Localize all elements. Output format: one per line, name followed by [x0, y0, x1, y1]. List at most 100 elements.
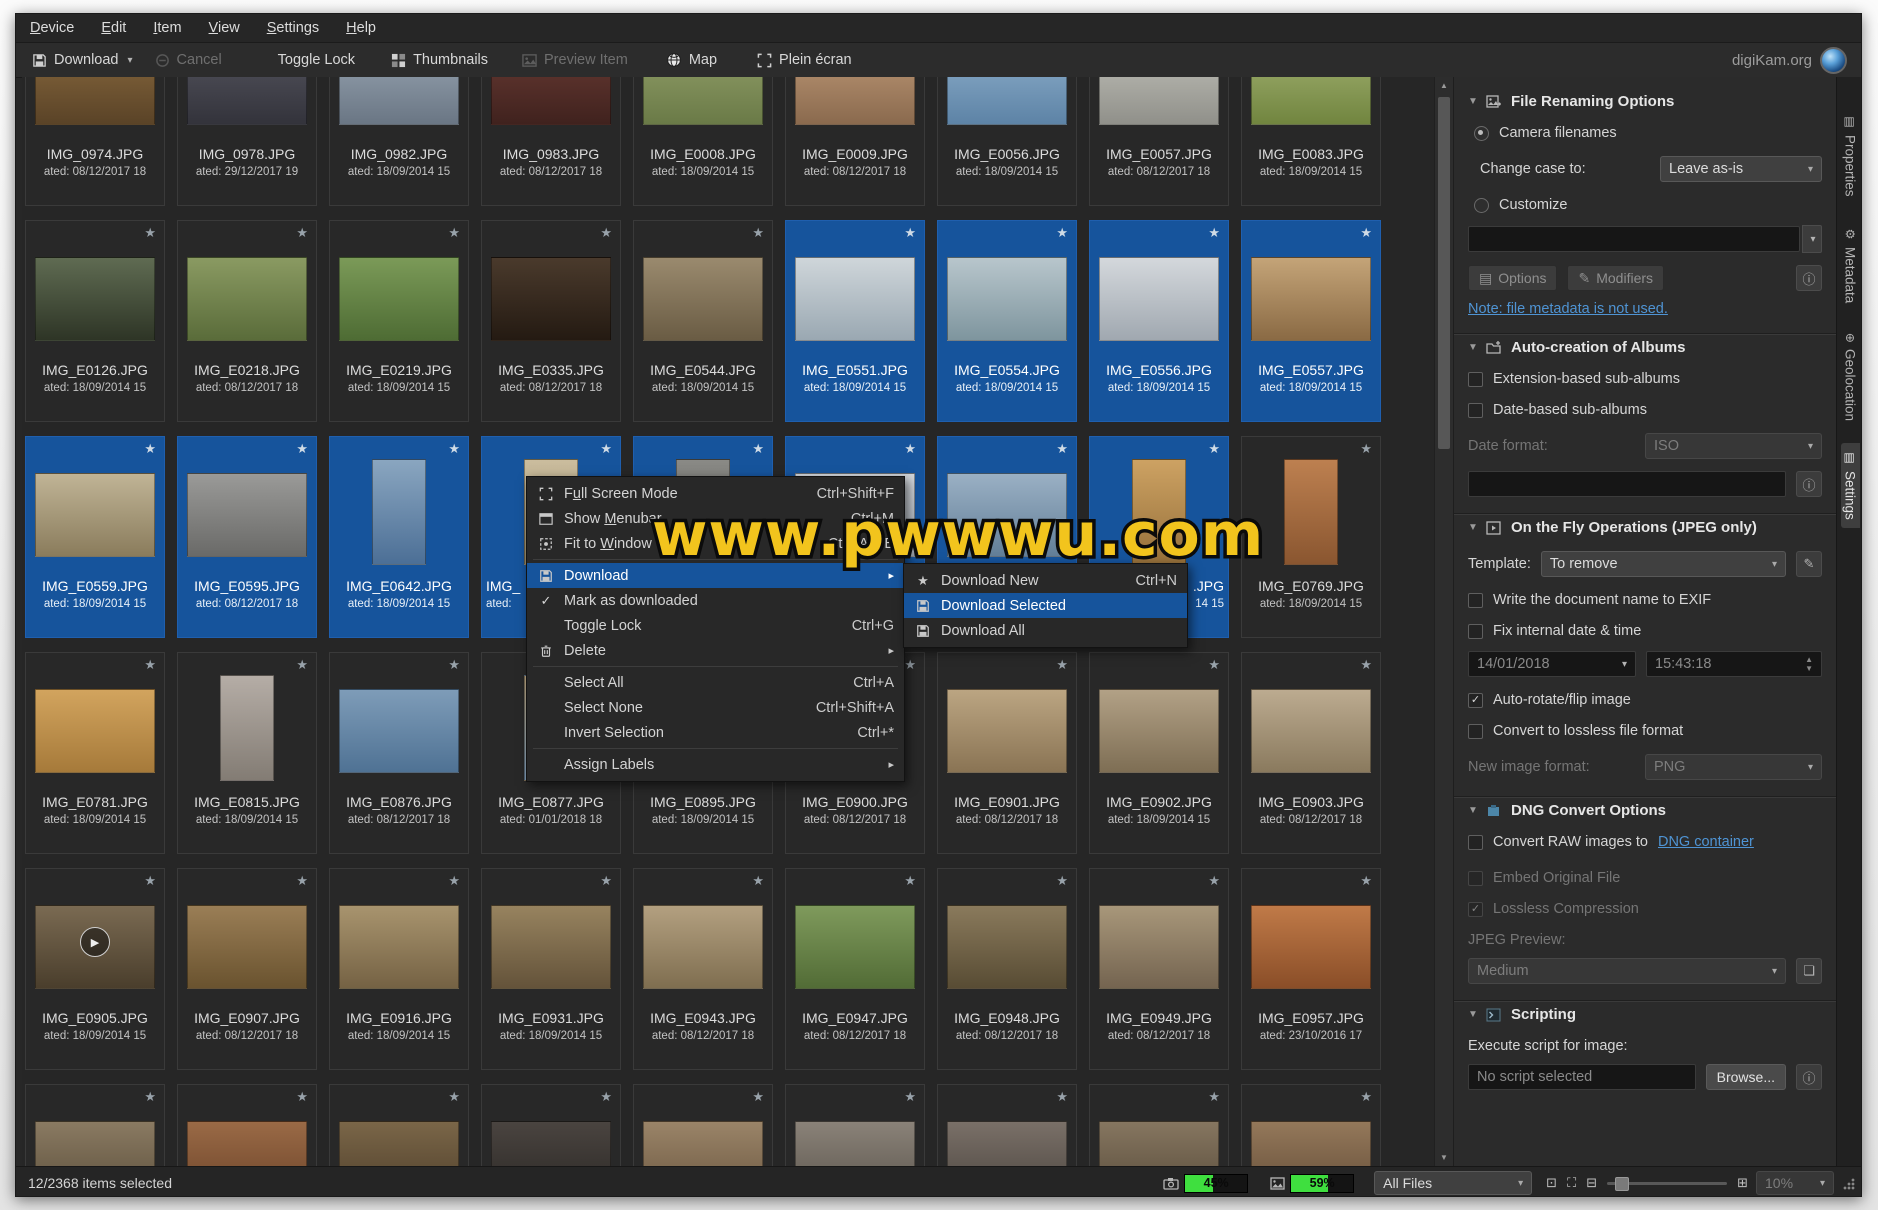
- thumbnail-tile-img-e0083-jpg[interactable]: ★IMG_E0083.JPGated: 18/09/2014 15: [1241, 77, 1381, 206]
- collapse-arrow-icon[interactable]: ▼: [1468, 1009, 1478, 1020]
- thumbnails-button[interactable]: Thumbnails: [391, 52, 488, 68]
- sidebar-tab-settings[interactable]: ▤Settings: [1841, 443, 1860, 528]
- thumbnail-tile-img-e0948-jpg[interactable]: ★IMG_E0948.JPGated: 08/12/2017 18: [937, 868, 1077, 1070]
- menu-edit[interactable]: Edit: [101, 20, 126, 36]
- change-case-dropdown[interactable]: Leave as-is ▾: [1660, 156, 1822, 182]
- thumbnail-tile-img-e0949-jpg[interactable]: ★IMG_E0949.JPGated: 08/12/2017 18: [1089, 868, 1229, 1070]
- scrollbar-thumb[interactable]: [1438, 97, 1450, 449]
- date-subalbums-row[interactable]: Date-based sub-albums: [1468, 402, 1822, 418]
- ext-subalbums-row[interactable]: Extension-based sub-albums: [1468, 371, 1822, 387]
- fit-window-icon[interactable]: ⛶: [1567, 1175, 1576, 1191]
- dng-container-link[interactable]: DNG container: [1658, 834, 1754, 850]
- date-format-input[interactable]: [1468, 471, 1786, 497]
- file-filter-dropdown[interactable]: All Files ▾: [1374, 1171, 1532, 1195]
- thumbnail-tile-img-e0556-jpg[interactable]: ★IMG_E0556.JPGated: 18/09/2014 15: [1089, 220, 1229, 422]
- grid-scrollbar[interactable]: ▲ ▼: [1434, 77, 1453, 1166]
- map-button[interactable]: Map: [666, 52, 717, 68]
- thumbnail-tile[interactable]: ★: [1241, 1084, 1381, 1166]
- section-dng[interactable]: ▼ DNG Convert Options: [1468, 802, 1822, 819]
- checkbox-off-icon[interactable]: [1468, 724, 1483, 739]
- collapse-arrow-icon[interactable]: ▼: [1468, 96, 1478, 107]
- thumbnail-tile-img-e0009-jpg[interactable]: ★IMG_E0009.JPGated: 08/12/2017 18: [785, 77, 925, 206]
- zoom-in-icon[interactable]: ⊞: [1737, 1175, 1748, 1191]
- chevron-down-icon[interactable]: ▾: [128, 55, 133, 66]
- toggle-lock-button[interactable]: Toggle Lock: [278, 52, 355, 68]
- thumbnail-tile-img-e0126-jpg[interactable]: ★IMG_E0126.JPGated: 18/09/2014 15: [25, 220, 165, 422]
- menu-item[interactable]: Item: [153, 20, 181, 36]
- checkbox-off-icon[interactable]: [1468, 835, 1483, 850]
- thumbnail-tile-img-e0943-jpg[interactable]: ★IMG_E0943.JPGated: 08/12/2017 18: [633, 868, 773, 1070]
- section-otf[interactable]: ▼ On the Fly Operations (JPEG only): [1468, 519, 1822, 536]
- thumbnail-tile-img-e0551-jpg[interactable]: ★IMG_E0551.JPGated: 18/09/2014 15: [785, 220, 925, 422]
- thumbnail-tile-img-e0931-jpg[interactable]: ★IMG_E0931.JPGated: 18/09/2014 15: [481, 868, 621, 1070]
- thumbnail-tile[interactable]: ★: [25, 1084, 165, 1166]
- thumbnail-tile-img-e0056-jpg[interactable]: ★IMG_E0056.JPGated: 18/09/2014 15: [937, 77, 1077, 206]
- zoom-slider[interactable]: [1607, 1182, 1727, 1185]
- thumbnail-tile-img-e0008-jpg[interactable]: ★IMG_E0008.JPGated: 18/09/2014 15: [633, 77, 773, 206]
- checkbox-off-icon[interactable]: [1468, 403, 1483, 418]
- script-input[interactable]: No script selected: [1468, 1064, 1696, 1090]
- info-icon[interactable]: ⓘ: [1796, 1064, 1822, 1090]
- thumbnail-tile-img-e0557-jpg[interactable]: ★IMG_E0557.JPGated: 18/09/2014 15: [1241, 220, 1381, 422]
- pattern-dropdown-icon[interactable]: ▾: [1802, 225, 1822, 253]
- checkbox-off-icon[interactable]: [1468, 372, 1483, 387]
- customize-radio-row[interactable]: Customize: [1468, 197, 1822, 213]
- thumbnail-tile-img-e0905-jpg[interactable]: ★▶IMG_E0905.JPGated: 18/09/2014 15: [25, 868, 165, 1070]
- collapse-arrow-icon[interactable]: ▼: [1468, 522, 1478, 533]
- thumbnail-tile[interactable]: ★: [1089, 1084, 1229, 1166]
- thumbnail-tile-img-e0544-jpg[interactable]: ★IMG_E0544.JPGated: 18/09/2014 15: [633, 220, 773, 422]
- ctx-item-delete[interactable]: Delete▸: [527, 638, 904, 663]
- menu-view[interactable]: View: [209, 20, 240, 36]
- thumbnail-tile[interactable]: ★: [937, 1084, 1077, 1166]
- autorotate-row[interactable]: ✓ Auto-rotate/flip image: [1468, 692, 1822, 708]
- ctx-item-invert-selection[interactable]: Invert SelectionCtrl+*: [527, 720, 904, 745]
- sidebar-tab-metadata[interactable]: ⚙Metadata: [1841, 219, 1860, 311]
- submenu-item-download-all[interactable]: Download All: [904, 618, 1187, 643]
- camera-filenames-radio-row[interactable]: Camera filenames: [1468, 125, 1822, 141]
- checkbox-on-icon[interactable]: ✓: [1468, 693, 1483, 708]
- thumbnail-tile-img-e0781-jpg[interactable]: ★IMG_E0781.JPGated: 18/09/2014 15: [25, 652, 165, 854]
- section-scripting[interactable]: ▼ Scripting: [1468, 1006, 1822, 1023]
- ctx-item-select-none[interactable]: Select NoneCtrl+Shift+A: [527, 695, 904, 720]
- template-dropdown[interactable]: To remove ▾: [1541, 551, 1786, 577]
- submenu-item-download-selected[interactable]: Download Selected: [904, 593, 1187, 618]
- pencil-icon-button[interactable]: ✎: [1796, 551, 1822, 577]
- thumbnail-tile-img-e0554-jpg[interactable]: ★IMG_E0554.JPGated: 18/09/2014 15: [937, 220, 1077, 422]
- menu-settings[interactable]: Settings: [267, 20, 319, 36]
- write-exif-row[interactable]: Write the document name to EXIF: [1468, 592, 1822, 608]
- section-auto-albums[interactable]: ▼ Auto-creation of Albums: [1468, 339, 1822, 356]
- thumbnail-tile[interactable]: ★: [633, 1084, 773, 1166]
- thumbnail-tile-img-e0335-jpg[interactable]: ★IMG_E0335.JPGated: 08/12/2017 18: [481, 220, 621, 422]
- radio-on-icon[interactable]: [1474, 126, 1489, 141]
- checkbox-off-icon[interactable]: [1468, 624, 1483, 639]
- thumbnail-tile[interactable]: ★: [177, 1084, 317, 1166]
- collapse-arrow-icon[interactable]: ▼: [1468, 805, 1478, 816]
- scroll-down-icon[interactable]: ▼: [1435, 1153, 1453, 1162]
- lossless-row[interactable]: Convert to lossless file format: [1468, 723, 1822, 739]
- resize-grip[interactable]: [1842, 1177, 1855, 1190]
- thumbnail-tile-img-0974-jpg[interactable]: ★IMG_0974.JPGated: 08/12/2017 18: [25, 77, 165, 206]
- sidebar-tab-properties[interactable]: ▤Properties: [1841, 107, 1860, 205]
- rename-pattern-input[interactable]: [1468, 226, 1800, 252]
- thumbnail-tile-img-e0219-jpg[interactable]: ★IMG_E0219.JPGated: 18/09/2014 15: [329, 220, 469, 422]
- fix-date-row[interactable]: Fix internal date & time: [1468, 623, 1822, 639]
- thumbnail-tile-img-e0957-jpg[interactable]: ★IMG_E0957.JPGated: 23/10/2016 17: [1241, 868, 1381, 1070]
- radio-off-icon[interactable]: [1474, 198, 1489, 213]
- thumbnail-tile-img-e0218-jpg[interactable]: ★IMG_E0218.JPGated: 08/12/2017 18: [177, 220, 317, 422]
- ctx-item-select-all[interactable]: Select AllCtrl+A: [527, 670, 904, 695]
- thumbnail-tile-img-0982-jpg[interactable]: ★IMG_0982.JPGated: 18/09/2014 15: [329, 77, 469, 206]
- thumbnail-tile-img-e0901-jpg[interactable]: ★IMG_E0901.JPGated: 08/12/2017 18: [937, 652, 1077, 854]
- checkbox-off-icon[interactable]: [1468, 593, 1483, 608]
- metadata-note-link[interactable]: Note: file metadata is not used.: [1468, 301, 1668, 317]
- sidebar-tab-geolocation[interactable]: ⊕Geolocation: [1841, 325, 1860, 429]
- thumbnail-tile[interactable]: ★: [785, 1084, 925, 1166]
- fit-select-icon[interactable]: ⊡: [1546, 1175, 1557, 1191]
- page-icon-button[interactable]: ❏: [1796, 958, 1822, 984]
- scroll-up-icon[interactable]: ▲: [1435, 81, 1453, 90]
- browse-button[interactable]: Browse...: [1706, 1064, 1786, 1090]
- thumbnail-tile-img-e0903-jpg[interactable]: ★IMG_E0903.JPGated: 08/12/2017 18: [1241, 652, 1381, 854]
- thumbnail-tile-img-0983-jpg[interactable]: ★IMG_0983.JPGated: 08/12/2017 18: [481, 77, 621, 206]
- ctx-item-assign-labels[interactable]: Assign Labels▸: [527, 752, 904, 777]
- ctx-item-toggle-lock[interactable]: Toggle LockCtrl+G: [527, 613, 904, 638]
- download-button[interactable]: Download ▾: [32, 52, 133, 68]
